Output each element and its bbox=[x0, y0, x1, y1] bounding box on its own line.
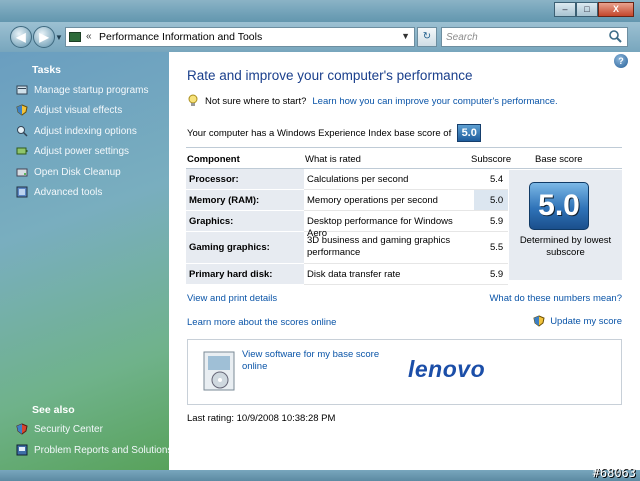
learn-more-scores-link[interactable]: Learn more about the scores online bbox=[187, 317, 336, 328]
problem-reports-icon bbox=[16, 444, 28, 456]
search-icon[interactable] bbox=[608, 29, 622, 43]
header-subscore: Subscore bbox=[471, 154, 512, 165]
lightbulb-icon bbox=[188, 94, 198, 106]
indexing-icon bbox=[17, 126, 28, 137]
refresh-button[interactable]: ↻ bbox=[417, 27, 437, 47]
last-rating: Last rating: 10/9/2008 10:38:28 PM bbox=[187, 413, 336, 424]
header-component: Component bbox=[187, 154, 240, 165]
security-center-icon bbox=[16, 423, 28, 435]
component-cell: Primary hard disk: bbox=[186, 264, 304, 285]
component-cell: Graphics: bbox=[186, 211, 304, 232]
tip-text: Not sure where to start? bbox=[205, 95, 307, 107]
base-score-text: Your computer has a Windows Experience I… bbox=[187, 127, 452, 139]
power-icon bbox=[16, 147, 28, 155]
rated-cell: Desktop performance for Windows Aero bbox=[304, 211, 474, 239]
component-cell: Gaming graphics: bbox=[186, 232, 304, 264]
component-cell: Memory (RAM): bbox=[186, 190, 304, 211]
window-controls: – □ X bbox=[554, 2, 634, 17]
header-what-is-rated: What is rated bbox=[305, 154, 361, 165]
lenovo-logo: lenovo bbox=[408, 356, 486, 382]
adjust-power-label: Adjust power settings bbox=[34, 145, 130, 157]
address-path[interactable]: Performance Information and Tools bbox=[99, 31, 262, 43]
back-arrow-icon: ◀ bbox=[16, 30, 26, 44]
search-input[interactable]: Search bbox=[441, 27, 628, 47]
address-dropdown-icon[interactable]: ▼ bbox=[401, 31, 410, 41]
subscore-cell: 5.4 bbox=[474, 169, 508, 190]
forward-button[interactable]: ▶ bbox=[33, 26, 55, 48]
subscore-cell: 5.9 bbox=[474, 264, 508, 285]
minimize-button[interactable]: – bbox=[554, 2, 576, 17]
open-disk-cleanup-label: Open Disk Cleanup bbox=[34, 166, 121, 178]
breadcrumb-chevron-icon[interactable]: « bbox=[86, 31, 92, 42]
advanced-tools-link[interactable]: Advanced tools bbox=[16, 186, 102, 198]
navigation-bar: ◀ ▶ ▼ « Performance Information and Tool… bbox=[0, 22, 640, 52]
task-pane: Tasks Manage startup programs Adjust vis… bbox=[0, 52, 172, 470]
view-print-details-link[interactable]: View and print details bbox=[187, 293, 277, 304]
window-bottom-border bbox=[0, 470, 640, 481]
startup-icon bbox=[16, 85, 28, 95]
disk-icon bbox=[16, 168, 28, 177]
base-score-caption: Determined by lowest subscore bbox=[519, 235, 612, 258]
software-box-icon bbox=[203, 351, 235, 391]
header-base-score: Base score bbox=[535, 154, 583, 165]
what-numbers-mean-link[interactable]: What do these numbers mean? bbox=[489, 293, 622, 304]
subscore-cell: 5.5 bbox=[474, 232, 508, 264]
tip-row: Not sure where to start? Learn how you c… bbox=[187, 94, 558, 108]
manage-startup-label: Manage startup programs bbox=[34, 84, 149, 96]
adjust-indexing-link[interactable]: Adjust indexing options bbox=[16, 125, 137, 137]
oem-promo-box: View software for my base score online l… bbox=[187, 339, 622, 405]
control-panel-icon bbox=[69, 32, 81, 42]
problem-reports-link[interactable]: Problem Reports and Solutions bbox=[16, 444, 172, 456]
rated-cell: 3D business and gaming graphics performa… bbox=[304, 232, 474, 264]
page-title: Rate and improve your computer's perform… bbox=[187, 68, 473, 83]
security-center-label: Security Center bbox=[34, 423, 103, 435]
advanced-tools-label: Advanced tools bbox=[34, 186, 103, 198]
adjust-visual-effects-link[interactable]: Adjust visual effects bbox=[16, 104, 122, 116]
big-score-badge: 5.0 bbox=[529, 182, 589, 230]
see-also-heading: See also bbox=[32, 404, 75, 416]
subscore-cell: 5.0 bbox=[474, 190, 508, 211]
adjust-indexing-label: Adjust indexing options bbox=[34, 125, 137, 137]
help-icon[interactable]: ? bbox=[614, 54, 628, 68]
main-content: ? Rate and improve your computer's perfo… bbox=[169, 52, 632, 470]
recent-pages-dropdown[interactable]: ▼ bbox=[55, 33, 63, 42]
close-button[interactable]: X bbox=[598, 2, 634, 17]
search-placeholder: Search bbox=[446, 32, 478, 43]
maximize-button[interactable]: □ bbox=[576, 2, 598, 17]
problem-reports-label: Problem Reports and Solutions bbox=[34, 444, 173, 456]
shield-icon bbox=[16, 104, 28, 116]
security-center-link[interactable]: Security Center bbox=[16, 423, 103, 435]
update-score-link[interactable]: Update my score bbox=[550, 316, 622, 327]
table-header: Component What is rated Subscore Base sc… bbox=[186, 147, 622, 169]
base-score-panel: 5.0 Determined by lowest subscore bbox=[509, 170, 622, 280]
adjust-power-link[interactable]: Adjust power settings bbox=[16, 145, 129, 157]
rated-cell: Disk data transfer rate bbox=[304, 264, 474, 285]
rated-cell: Memory operations per second bbox=[304, 190, 474, 211]
manage-startup-link[interactable]: Manage startup programs bbox=[16, 84, 149, 96]
rated-cell: Calculations per second bbox=[304, 169, 474, 190]
refresh-icon: ↻ bbox=[422, 31, 432, 42]
improve-performance-link[interactable]: Learn how you can improve your computer'… bbox=[312, 96, 557, 107]
open-disk-cleanup-link[interactable]: Open Disk Cleanup bbox=[16, 166, 121, 178]
shield-icon bbox=[533, 315, 545, 327]
component-cell: Processor: bbox=[186, 169, 304, 190]
base-score-badge: 5.0 bbox=[457, 124, 482, 142]
address-bar[interactable]: « Performance Information and Tools ▼ bbox=[65, 27, 415, 47]
subscore-cell: 5.9 bbox=[474, 211, 508, 232]
back-button[interactable]: ◀ bbox=[10, 26, 32, 48]
view-software-link[interactable]: View software for my base score online bbox=[242, 349, 392, 373]
base-score-row: Your computer has a Windows Experience I… bbox=[187, 124, 482, 142]
forward-arrow-icon: ▶ bbox=[39, 30, 49, 44]
update-score-row[interactable]: Update my score bbox=[533, 315, 622, 327]
adjust-visual-effects-label: Adjust visual effects bbox=[34, 104, 123, 116]
score-table: Component What is rated Subscore Base sc… bbox=[186, 147, 622, 285]
tasks-heading: Tasks bbox=[32, 64, 61, 76]
tools-icon bbox=[16, 186, 28, 198]
watermark: #68063 bbox=[592, 466, 636, 480]
